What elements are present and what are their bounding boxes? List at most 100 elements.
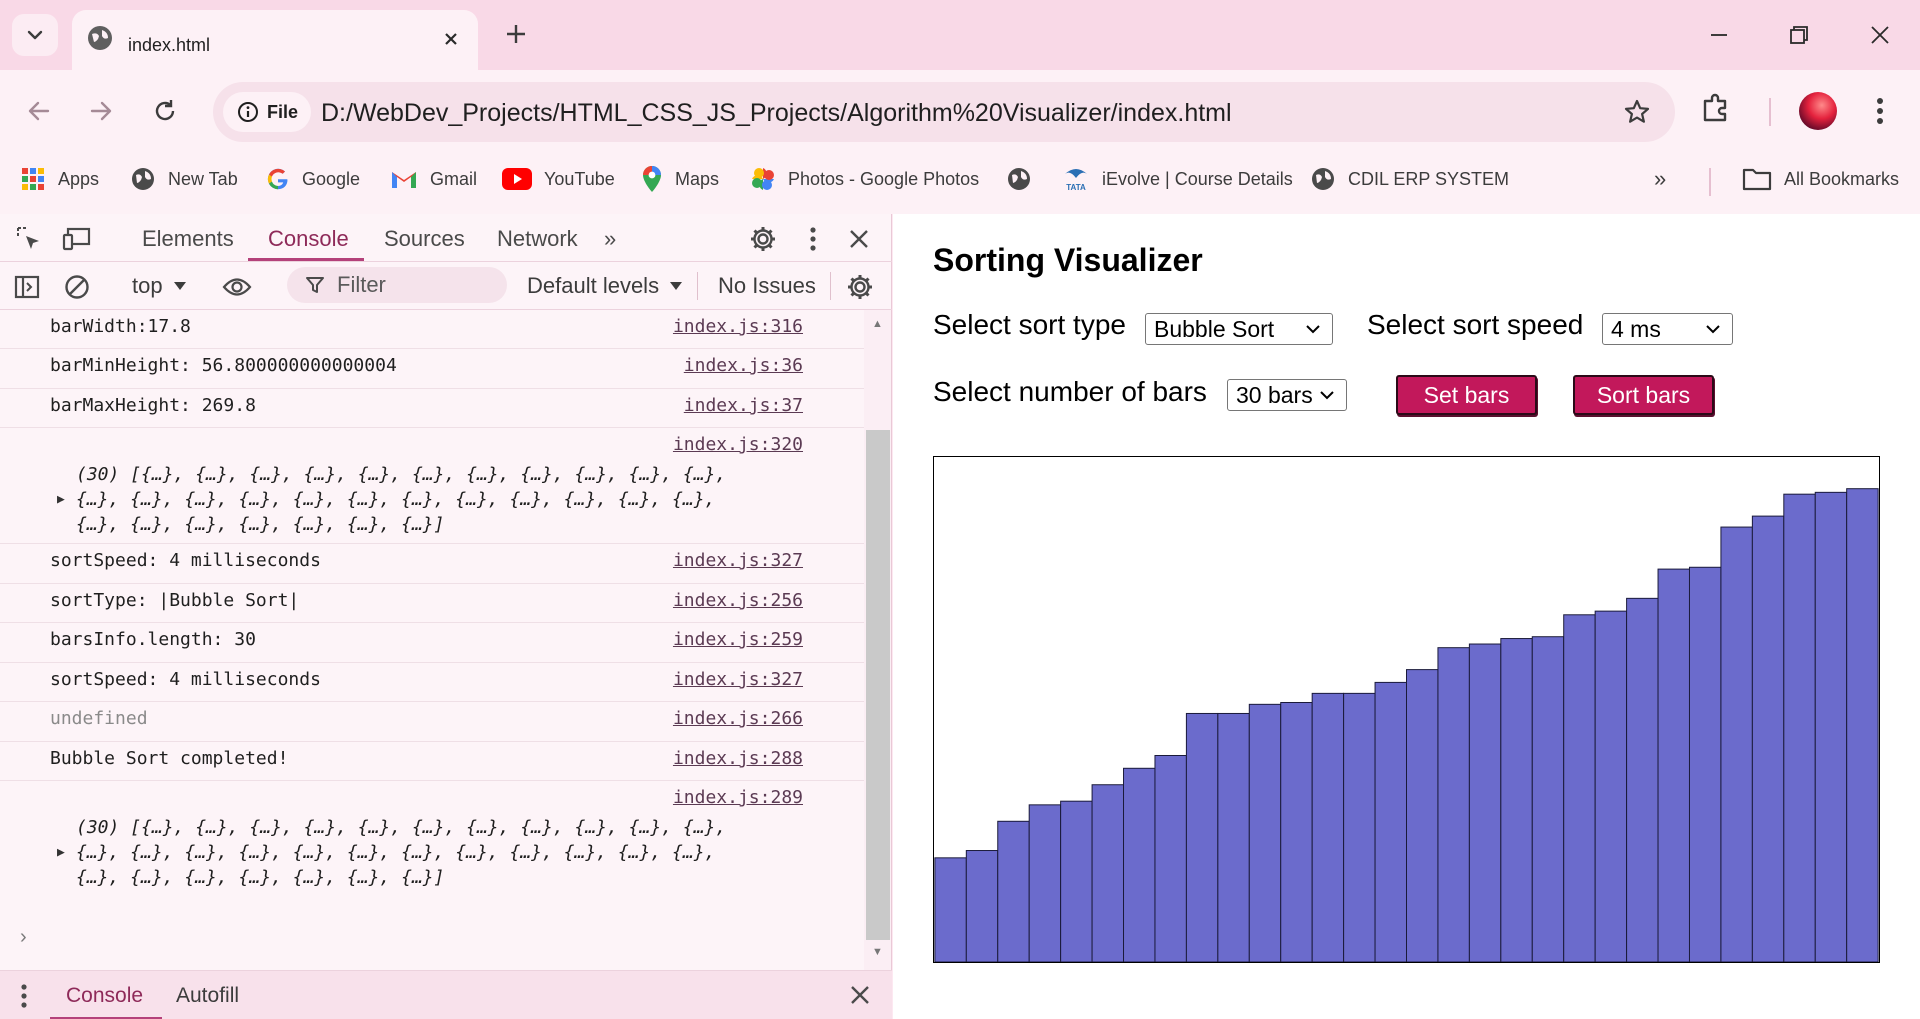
log-source-link[interactable]: index.js:327 bbox=[673, 669, 803, 690]
filter-icon bbox=[306, 277, 324, 293]
clear-console-button[interactable] bbox=[62, 272, 92, 302]
bookmark-youtube[interactable]: YouTube bbox=[502, 164, 615, 194]
tab-network[interactable]: Network bbox=[497, 226, 578, 252]
log-source-link[interactable]: index.js:288 bbox=[673, 748, 803, 769]
bookmark-apps[interactable]: Apps bbox=[20, 164, 99, 194]
close-window-button[interactable] bbox=[1857, 14, 1903, 56]
expand-triangle-icon[interactable]: ▶ bbox=[57, 492, 65, 507]
chart-bar bbox=[1060, 800, 1093, 962]
all-bookmarks-button[interactable]: All Bookmarks bbox=[1742, 164, 1899, 194]
issues-counter[interactable]: No Issues bbox=[718, 273, 816, 299]
log-source-link[interactable]: index.js:259 bbox=[673, 629, 803, 650]
gear-icon bbox=[751, 227, 775, 251]
bookmark-google[interactable]: Google bbox=[266, 164, 360, 194]
console-array-row[interactable]: index.js:289 ▶ (30) [{…}, {…}, {…}, {…},… bbox=[0, 781, 864, 897]
bookmark-cdil-erp[interactable]: CDIL ERP SYSTEM bbox=[1310, 164, 1509, 194]
set-bars-button[interactable]: Set bars bbox=[1396, 375, 1537, 415]
profile-avatar[interactable] bbox=[1799, 92, 1837, 130]
scroll-down-icon[interactable]: ▼ bbox=[872, 946, 883, 958]
number-of-bars-value: 30 bars bbox=[1236, 381, 1313, 408]
live-expression-button[interactable] bbox=[222, 272, 252, 302]
folder-icon bbox=[1742, 168, 1772, 191]
context-selector[interactable]: top bbox=[132, 273, 187, 299]
device-toolbar-button[interactable] bbox=[62, 224, 92, 254]
log-message: Bubble Sort completed! bbox=[50, 748, 289, 769]
filterbar-divider bbox=[830, 272, 831, 300]
console-scrollbar[interactable]: ▲ ▼ bbox=[864, 310, 891, 970]
inspect-element-button[interactable] bbox=[14, 224, 44, 254]
inspect-icon bbox=[17, 227, 39, 249]
sort-bars-button[interactable]: Sort bars bbox=[1573, 375, 1714, 415]
expand-triangle-icon[interactable]: ▶ bbox=[57, 845, 65, 860]
console-filter-field[interactable] bbox=[287, 267, 507, 303]
log-source-link[interactable]: index.js:37 bbox=[684, 395, 803, 416]
chevron-down-icon bbox=[1306, 325, 1320, 334]
log-source-link[interactable]: index.js:320 bbox=[673, 434, 803, 455]
log-source-link[interactable]: index.js:316 bbox=[673, 316, 803, 337]
tab-elements[interactable]: Elements bbox=[142, 226, 234, 252]
drawer-menu-icon[interactable] bbox=[20, 983, 28, 1009]
chart-bar bbox=[1154, 754, 1187, 962]
drawer-tab-autofill[interactable]: Autofill bbox=[176, 984, 239, 1008]
tab-search-button[interactable] bbox=[12, 14, 58, 56]
log-source-link[interactable]: index.js:266 bbox=[673, 708, 803, 729]
bookmark-maps[interactable]: Maps bbox=[641, 164, 719, 194]
browser-menu-button[interactable] bbox=[1866, 94, 1894, 128]
sort-speed-select[interactable]: 4 ms bbox=[1602, 313, 1733, 345]
number-of-bars-select[interactable]: 30 bars bbox=[1227, 379, 1347, 411]
site-info-chip[interactable]: File bbox=[223, 92, 311, 132]
restore-button[interactable] bbox=[1776, 14, 1822, 56]
drawer-tab-console[interactable]: Console bbox=[66, 984, 143, 1008]
minimize-button[interactable] bbox=[1696, 14, 1742, 56]
bookmark-star-icon[interactable] bbox=[1623, 98, 1651, 126]
arrow-right-icon bbox=[90, 101, 112, 121]
devtools-settings-button[interactable] bbox=[748, 224, 778, 254]
page-title: Sorting Visualizer bbox=[933, 242, 1203, 278]
log-source-link[interactable]: index.js:327 bbox=[673, 550, 803, 571]
close-devtools-button[interactable] bbox=[844, 224, 874, 254]
url-text[interactable]: D:/WebDev_Projects/HTML_CSS_JS_Projects/… bbox=[321, 99, 1232, 128]
sort-type-select[interactable]: Bubble Sort bbox=[1145, 313, 1333, 345]
extensions-puzzle-icon[interactable] bbox=[1700, 90, 1734, 124]
active-tab[interactable]: index.html bbox=[72, 10, 478, 70]
block-icon bbox=[65, 275, 89, 299]
bookmark-gmail[interactable]: Gmail bbox=[390, 164, 477, 194]
log-message: undefined bbox=[50, 708, 148, 729]
web-page: Sorting Visualizer Select sort type Bubb… bbox=[893, 214, 1920, 1019]
show-sidebar-button[interactable] bbox=[12, 272, 42, 302]
gear-icon bbox=[848, 275, 872, 299]
more-bookmarks-button[interactable]: » bbox=[1654, 166, 1666, 192]
log-levels-dropdown[interactable]: Default levels bbox=[527, 273, 683, 299]
reload-button[interactable] bbox=[144, 90, 186, 132]
close-icon bbox=[1871, 26, 1889, 44]
log-source-link[interactable]: index.js:36 bbox=[684, 355, 803, 376]
photos-icon bbox=[752, 168, 774, 190]
tab-console[interactable]: Console bbox=[268, 226, 349, 252]
console-array-row[interactable]: index.js:320 ▶ (30) [{…}, {…}, {…}, {…},… bbox=[0, 428, 864, 544]
more-tabs-button[interactable]: » bbox=[604, 226, 616, 252]
bookmark-new-tab[interactable]: New Tab bbox=[130, 164, 238, 194]
console-settings-button[interactable] bbox=[845, 272, 875, 302]
bookmark-ievolve[interactable]: TATA iEvolve | Course Details bbox=[1062, 164, 1293, 194]
address-bar[interactable]: File D:/WebDev_Projects/HTML_CSS_JS_Proj… bbox=[213, 82, 1675, 142]
scrollbar-thumb[interactable] bbox=[866, 430, 890, 940]
forward-button[interactable] bbox=[80, 90, 122, 132]
scroll-up-icon[interactable]: ▲ bbox=[872, 318, 883, 330]
log-source-link[interactable]: index.js:256 bbox=[673, 590, 803, 611]
chart-bar bbox=[1280, 701, 1313, 962]
devtools-menu-button[interactable] bbox=[798, 224, 828, 254]
all-bookmarks-label: All Bookmarks bbox=[1784, 168, 1900, 189]
chart-bar bbox=[1594, 610, 1628, 962]
filter-input[interactable] bbox=[337, 272, 497, 298]
site-chip-label: File bbox=[267, 101, 299, 122]
back-button[interactable] bbox=[18, 90, 60, 132]
close-icon[interactable] bbox=[850, 985, 870, 1005]
tab-close-icon[interactable] bbox=[438, 26, 464, 52]
log-source-link[interactable]: index.js:289 bbox=[673, 787, 803, 808]
arrow-left-icon bbox=[28, 101, 50, 121]
bookmark-globe[interactable] bbox=[1006, 164, 1044, 194]
bookmark-google-photos[interactable]: Photos - Google Photos bbox=[750, 164, 979, 194]
console-prompt[interactable]: › bbox=[20, 926, 27, 949]
tab-sources[interactable]: Sources bbox=[384, 226, 465, 252]
new-tab-button[interactable] bbox=[498, 16, 534, 52]
